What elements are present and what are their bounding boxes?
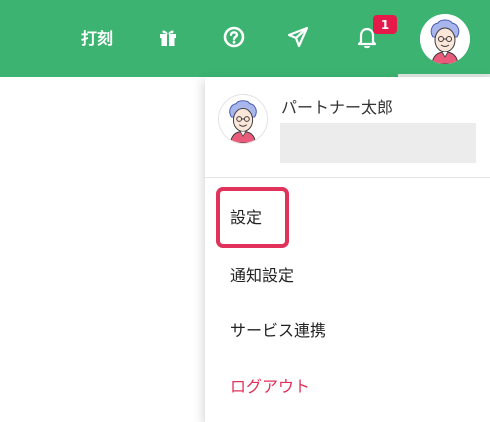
- profile-user-name: パートナー太郎: [281, 98, 394, 117]
- help-button[interactable]: [218, 21, 250, 53]
- profile-section: パートナー太郎: [205, 77, 490, 178]
- gift-icon: [160, 30, 176, 46]
- profile-info-placeholder: [280, 123, 476, 163]
- send-icon: [287, 26, 309, 48]
- menu-item-notification-settings[interactable]: 通知設定: [205, 250, 490, 298]
- user-dropdown-menu: パートナー太郎 設定 通知設定 サービス連携 ログアウト: [205, 77, 490, 422]
- avatar: [219, 95, 267, 143]
- menu-item-service-integration[interactable]: サービス連携: [205, 305, 490, 353]
- profile-avatar: [218, 94, 268, 144]
- menu-item-settings[interactable]: 設定: [205, 192, 490, 240]
- gift-button[interactable]: [152, 21, 184, 53]
- help-circle-icon: [223, 26, 245, 48]
- main-content-area: [0, 77, 204, 422]
- top-header: 打刻 1: [0, 0, 490, 77]
- punch-button[interactable]: 打刻: [72, 22, 122, 52]
- notification-badge: 1: [373, 15, 397, 34]
- user-avatar-button[interactable]: [420, 14, 470, 64]
- menu-item-logout[interactable]: ログアウト: [205, 361, 490, 409]
- send-button[interactable]: [282, 21, 314, 53]
- avatar: [420, 14, 470, 64]
